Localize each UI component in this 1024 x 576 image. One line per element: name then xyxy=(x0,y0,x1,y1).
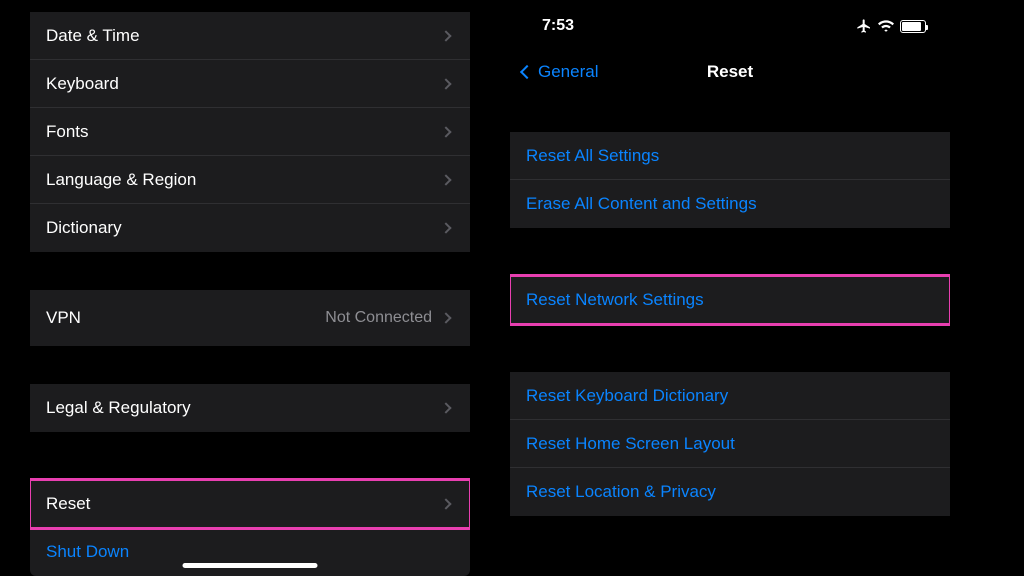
chevron-right-icon xyxy=(440,78,451,89)
back-button[interactable]: General xyxy=(522,62,598,82)
chevron-right-icon xyxy=(440,222,451,233)
row-keyboard[interactable]: Keyboard xyxy=(30,60,470,108)
row-erase-all-content[interactable]: Erase All Content and Settings xyxy=(510,180,950,228)
battery-icon xyxy=(900,20,926,33)
row-label: Reset xyxy=(46,494,90,514)
row-shut-down[interactable]: Shut Down xyxy=(30,528,470,576)
row-label: Reset Network Settings xyxy=(526,290,704,310)
row-label: Reset All Settings xyxy=(526,146,659,166)
row-reset-keyboard-dictionary[interactable]: Reset Keyboard Dictionary xyxy=(510,372,950,420)
row-label: Erase All Content and Settings xyxy=(526,194,757,214)
nav-header: General Reset xyxy=(510,50,950,94)
row-fonts[interactable]: Fonts xyxy=(30,108,470,156)
row-reset[interactable]: Reset xyxy=(30,480,470,528)
row-label: Fonts xyxy=(46,122,89,142)
right-phone-reset-screen: 7:53 General Reset Reset All Settings Er… xyxy=(510,0,950,576)
row-dictionary[interactable]: Dictionary xyxy=(30,204,470,252)
row-reset-home-screen-layout[interactable]: Reset Home Screen Layout xyxy=(510,420,950,468)
vpn-status-value: Not Connected xyxy=(325,309,432,327)
row-legal-regulatory[interactable]: Legal & Regulatory xyxy=(30,384,470,432)
row-label: Reset Location & Privacy xyxy=(526,482,716,502)
row-vpn[interactable]: VPN Not Connected xyxy=(30,290,470,346)
chevron-left-icon xyxy=(520,65,534,79)
row-label: Reset Keyboard Dictionary xyxy=(526,386,728,406)
row-reset-all-settings[interactable]: Reset All Settings xyxy=(510,132,950,180)
airplane-mode-icon xyxy=(856,18,872,34)
row-label: Legal & Regulatory xyxy=(46,398,191,418)
home-indicator[interactable] xyxy=(183,563,318,568)
row-label: Shut Down xyxy=(46,542,129,562)
row-label: Language & Region xyxy=(46,170,196,190)
chevron-right-icon xyxy=(440,402,451,413)
status-bar: 7:53 xyxy=(510,6,950,46)
row-label: VPN xyxy=(46,308,81,328)
wifi-icon xyxy=(878,20,894,32)
row-reset-location-privacy[interactable]: Reset Location & Privacy xyxy=(510,468,950,516)
chevron-right-icon xyxy=(440,126,451,137)
back-label: General xyxy=(538,62,598,82)
row-reset-network-settings[interactable]: Reset Network Settings xyxy=(510,276,950,324)
row-language-region[interactable]: Language & Region xyxy=(30,156,470,204)
row-label: Date & Time xyxy=(46,26,140,46)
status-time: 7:53 xyxy=(542,17,574,35)
chevron-right-icon xyxy=(440,30,451,41)
row-label: Keyboard xyxy=(46,74,119,94)
chevron-right-icon xyxy=(440,312,451,323)
row-date-time[interactable]: Date & Time xyxy=(30,12,470,60)
chevron-right-icon xyxy=(440,174,451,185)
left-phone-general-settings: Date & Time Keyboard Fonts Language & Re… xyxy=(30,0,470,576)
row-label: Reset Home Screen Layout xyxy=(526,434,735,454)
chevron-right-icon xyxy=(440,498,451,509)
row-label: Dictionary xyxy=(46,218,122,238)
